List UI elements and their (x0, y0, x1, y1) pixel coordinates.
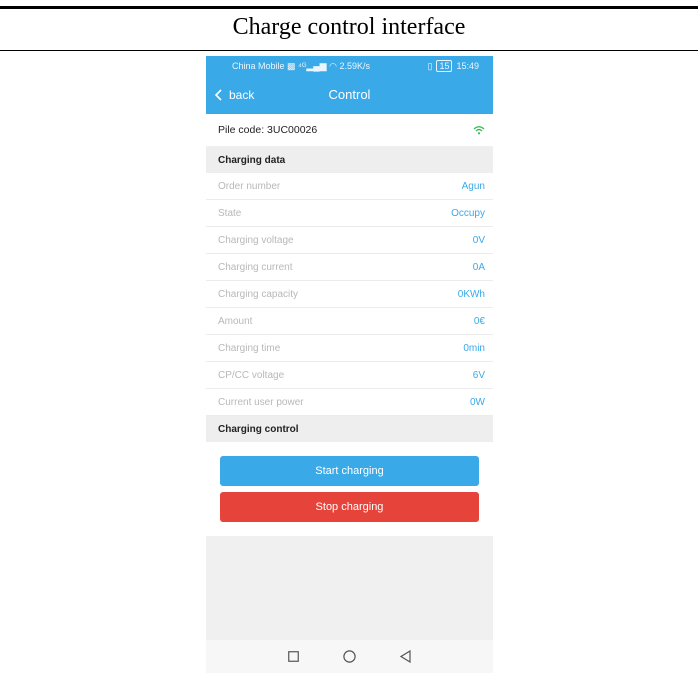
pile-code-label: Pile code: 3UC00026 (218, 124, 318, 136)
data-row-cp-cc-voltage: CP/CC voltage 6V (206, 362, 493, 389)
row-value: Agun (461, 180, 485, 192)
row-label: Charging current (218, 261, 293, 273)
row-value: 6V (472, 369, 485, 381)
square-icon[interactable] (288, 651, 299, 662)
row-value: 0W (470, 396, 485, 408)
phone-screen: China Mobile ▩ ⁴ᴳ▂▄▆ ◠ 2.59K/s ▯ 15 15:4… (206, 56, 493, 673)
row-label: Amount (218, 315, 253, 327)
signal-icon: ▩ ⁴ᴳ▂▄▆ ◠ (287, 60, 337, 71)
row-label: Order number (218, 180, 281, 192)
control-buttons: Start charging Stop charging (206, 442, 493, 536)
data-row-charging-time: Charging time 0min (206, 335, 493, 362)
row-label: Current user power (218, 396, 304, 408)
charging-data-header: Charging data (206, 147, 493, 173)
charging-control-header: Charging control (206, 416, 493, 442)
data-row-charging-capacity: Charging capacity 0KWh (206, 281, 493, 308)
bottom-rule (0, 50, 698, 51)
system-nav-bar (206, 640, 493, 673)
row-label: Charging voltage (218, 234, 294, 246)
row-value: Occupy (451, 207, 485, 219)
data-row-charging-voltage: Charging voltage 0V (206, 227, 493, 254)
status-bar: China Mobile ▩ ⁴ᴳ▂▄▆ ◠ 2.59K/s ▯ 15 15:4… (206, 56, 493, 76)
row-label: Charging time (218, 342, 281, 354)
start-charging-button[interactable]: Start charging (220, 456, 479, 486)
row-value: 0V (472, 234, 485, 246)
battery-level: 15 (436, 60, 453, 72)
data-row-charging-current: Charging current 0A (206, 254, 493, 281)
data-row-current-user-power: Current user power 0W (206, 389, 493, 416)
top-rule (0, 6, 698, 9)
status-left: China Mobile ▩ ⁴ᴳ▂▄▆ ◠ 2.59K/s (232, 61, 370, 72)
figure-caption: Charge control interface (232, 14, 466, 40)
data-row-amount: Amount 0€ (206, 308, 493, 335)
page-title: Control (328, 87, 371, 102)
network-speed: 2.59K/s (339, 60, 371, 71)
stop-charging-button[interactable]: Stop charging (220, 492, 479, 522)
clock: 15:49 (456, 61, 479, 71)
status-right: ▯ 15 15:49 (427, 60, 479, 72)
vibrate-icon: ▯ (427, 60, 433, 71)
row-value: 0KWh (457, 288, 485, 300)
pile-code-row: Pile code: 3UC00026 (206, 114, 493, 146)
row-label: State (218, 207, 242, 219)
data-row-state: State Occupy (206, 200, 493, 227)
row-label: Charging capacity (218, 288, 299, 300)
charging-data-list: Order number Agun State Occupy Charging … (206, 173, 493, 416)
carrier-name: China Mobile (232, 60, 285, 71)
data-row-order-number: Order number Agun (206, 173, 493, 200)
nav-bar: back Control (206, 76, 493, 114)
circle-icon[interactable] (343, 650, 356, 663)
row-value: 0€ (473, 315, 485, 327)
row-value: 0A (472, 261, 485, 273)
row-value: 0min (463, 342, 485, 354)
row-label: CP/CC voltage (218, 369, 285, 381)
triangle-back-icon[interactable] (400, 650, 411, 663)
wifi-icon (473, 126, 485, 135)
